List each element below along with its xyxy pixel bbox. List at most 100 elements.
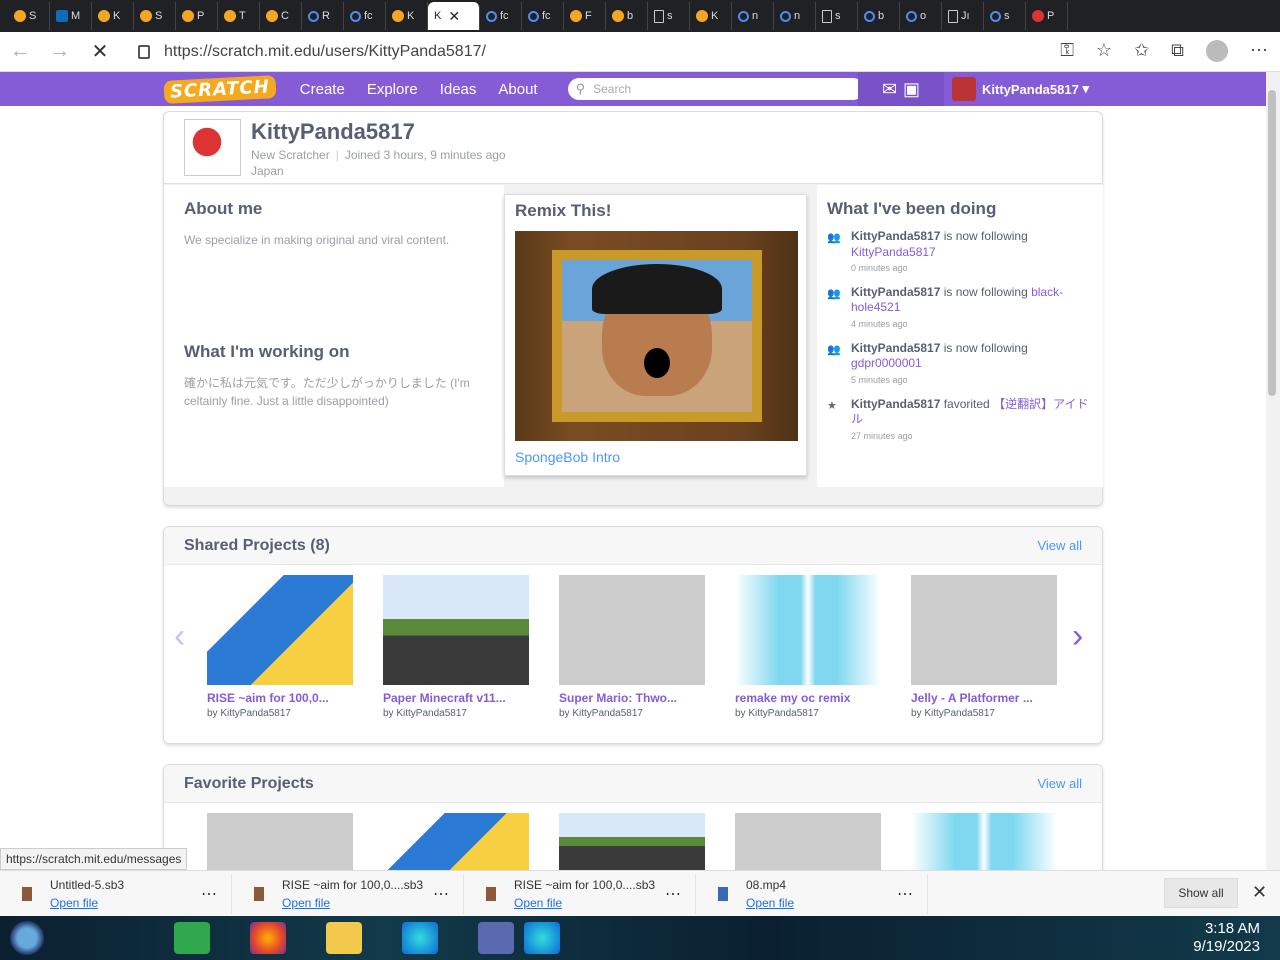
notes-app-icon[interactable] xyxy=(174,922,210,954)
open-file-link[interactable]: Open file xyxy=(50,896,124,910)
activity-target-link[interactable]: gdpr0000001 xyxy=(851,356,922,370)
browser-tab[interactable]: o xyxy=(900,2,942,30)
project-thumbnail[interactable] xyxy=(911,813,1057,873)
project-thumbnail[interactable] xyxy=(559,813,705,873)
project-thumbnail[interactable] xyxy=(735,575,881,685)
firefox-icon[interactable] xyxy=(250,922,286,954)
featured-project-thumbnail[interactable] xyxy=(515,231,798,441)
system-clock[interactable]: 3:18 AM 9/19/2023 xyxy=(1193,920,1260,956)
download-item[interactable]: Untitled-5.sb3 Open file ⋯ xyxy=(0,873,232,914)
scratch-logo[interactable]: SCRATCH xyxy=(163,74,277,104)
more-options-icon[interactable]: ⋯ xyxy=(1250,40,1268,62)
open-file-link[interactable]: Open file xyxy=(746,896,794,910)
more-icon[interactable]: ⋯ xyxy=(433,884,449,904)
browser-tab[interactable]: s xyxy=(648,2,690,30)
carousel-prev-icon[interactable]: ‹ xyxy=(174,617,185,656)
page-scrollbar[interactable] xyxy=(1266,72,1280,870)
browser-tab[interactable]: R xyxy=(302,2,344,30)
browser-tab[interactable]: P xyxy=(176,2,218,30)
project-thumbnail[interactable] xyxy=(911,575,1057,685)
activity-user-link[interactable]: KittyPanda5817 xyxy=(851,285,940,299)
project-thumbnail[interactable] xyxy=(207,575,353,685)
profile-avatar-icon[interactable] xyxy=(1206,40,1228,62)
nav-explore[interactable]: Explore xyxy=(367,81,418,98)
browser-tab[interactable]: S xyxy=(8,2,50,30)
close-icon[interactable]: ✕ xyxy=(1252,882,1267,903)
collections-icon[interactable]: ⧉ xyxy=(1171,40,1184,62)
open-file-link[interactable]: Open file xyxy=(282,896,423,910)
browser-tab[interactable]: fc xyxy=(480,2,522,30)
download-item[interactable]: RISE ~aim for 100,0....sb3 Open file ⋯ xyxy=(464,873,696,914)
status-bar-url: https://scratch.mit.edu/messages xyxy=(0,848,188,870)
key-icon[interactable]: ⚿ xyxy=(1060,40,1074,62)
app-window-icon[interactable] xyxy=(478,922,514,954)
back-icon[interactable]: ← xyxy=(0,40,40,63)
browser-tab[interactable]: K xyxy=(386,2,428,30)
download-item[interactable]: 08.mp4 Open file ⋯ xyxy=(696,873,928,914)
featured-project-link[interactable]: SpongeBob Intro xyxy=(515,449,796,465)
browser-tab[interactable]: K xyxy=(92,2,134,30)
stop-loading-icon[interactable]: ✕ xyxy=(80,39,120,64)
browser-tab[interactable]: K xyxy=(690,2,732,30)
activity-user-link[interactable]: KittyPanda5817 xyxy=(851,397,940,411)
file-explorer-icon[interactable] xyxy=(326,922,362,954)
more-icon[interactable]: ⋯ xyxy=(201,884,217,904)
project-thumbnail[interactable] xyxy=(559,575,705,685)
project-thumbnail[interactable] xyxy=(383,813,529,873)
url-field[interactable]: https://scratch.mit.edu/users/KittyPanda… xyxy=(164,43,486,61)
carousel-next-icon[interactable]: › xyxy=(1072,617,1083,656)
messages-button[interactable]: ✉ ▣ xyxy=(858,72,944,106)
messages-icon: ✉ xyxy=(881,78,898,99)
lock-icon[interactable] xyxy=(138,44,150,59)
browser-tab[interactable]: fc xyxy=(344,2,386,30)
nav-about[interactable]: About xyxy=(498,81,537,98)
browser-tab[interactable]: M xyxy=(50,2,92,30)
nav-ideas[interactable]: Ideas xyxy=(440,81,477,98)
close-tab-icon[interactable]: ✕ xyxy=(448,8,460,25)
browser-tab[interactable]: Jı xyxy=(942,2,984,30)
project-thumbnail[interactable] xyxy=(735,813,881,873)
project-card[interactable]: RISE ~aim for 100,0... by KittyPanda5817 xyxy=(207,575,353,719)
browser-tab-active[interactable]: K ✕ xyxy=(428,2,480,30)
browser-tab[interactable]: b xyxy=(858,2,900,30)
activity-user-link[interactable]: KittyPanda5817 xyxy=(851,229,940,243)
activity-user-link[interactable]: KittyPanda5817 xyxy=(851,341,940,355)
more-icon[interactable]: ⋯ xyxy=(665,884,681,904)
browser-tab[interactable]: s xyxy=(984,2,1026,30)
project-card[interactable]: Jelly - A Platformer ... by KittyPanda581… xyxy=(911,575,1057,719)
browser-tab[interactable]: F xyxy=(564,2,606,30)
nav-create[interactable]: Create xyxy=(300,81,345,98)
project-card[interactable]: remake my oc remix by KittyPanda5817 xyxy=(735,575,881,719)
start-button[interactable] xyxy=(10,921,44,955)
open-file-link[interactable]: Open file xyxy=(514,896,655,910)
edge-icon[interactable] xyxy=(524,922,560,954)
project-thumbnail[interactable] xyxy=(207,813,353,873)
browser-tab[interactable]: C xyxy=(260,2,302,30)
view-all-link[interactable]: View all xyxy=(1037,538,1082,553)
add-favorite-icon[interactable]: ☆ xyxy=(1096,40,1112,62)
view-all-link[interactable]: View all xyxy=(1037,776,1082,791)
browser-tab[interactable]: S xyxy=(134,2,176,30)
activity-target-link[interactable]: KittyPanda5817 xyxy=(851,245,936,259)
show-all-downloads-button[interactable]: Show all xyxy=(1164,878,1238,908)
favorites-icon[interactable]: ✩ xyxy=(1134,40,1149,62)
browser-tab[interactable]: n xyxy=(774,2,816,30)
search-favicon-icon xyxy=(738,10,749,22)
browser-tab[interactable]: P xyxy=(1026,2,1068,30)
user-menu[interactable]: KittyPanda5817 ▾ xyxy=(952,72,1089,106)
browser-tab[interactable]: fc xyxy=(522,2,564,30)
scrollbar-thumb[interactable] xyxy=(1268,90,1276,396)
search-input[interactable]: ⚲ Search xyxy=(567,78,864,100)
project-card[interactable]: Paper Minecraft v11... by KittyPanda5817 xyxy=(383,575,529,719)
edge-icon[interactable] xyxy=(402,922,438,954)
project-thumbnail[interactable] xyxy=(383,575,529,685)
more-icon[interactable]: ⋯ xyxy=(897,884,913,904)
forward-icon[interactable]: → xyxy=(40,40,80,63)
browser-tab[interactable]: T xyxy=(218,2,260,30)
my-stuff-icon: ▣ xyxy=(903,78,921,99)
browser-tab[interactable]: b xyxy=(606,2,648,30)
browser-tab[interactable]: s xyxy=(816,2,858,30)
browser-tab[interactable]: n xyxy=(732,2,774,30)
download-item[interactable]: RISE ~aim for 100,0....sb3 Open file ⋯ xyxy=(232,873,464,914)
project-card[interactable]: Super Mario: Thwo... by KittyPanda5817 xyxy=(559,575,705,719)
